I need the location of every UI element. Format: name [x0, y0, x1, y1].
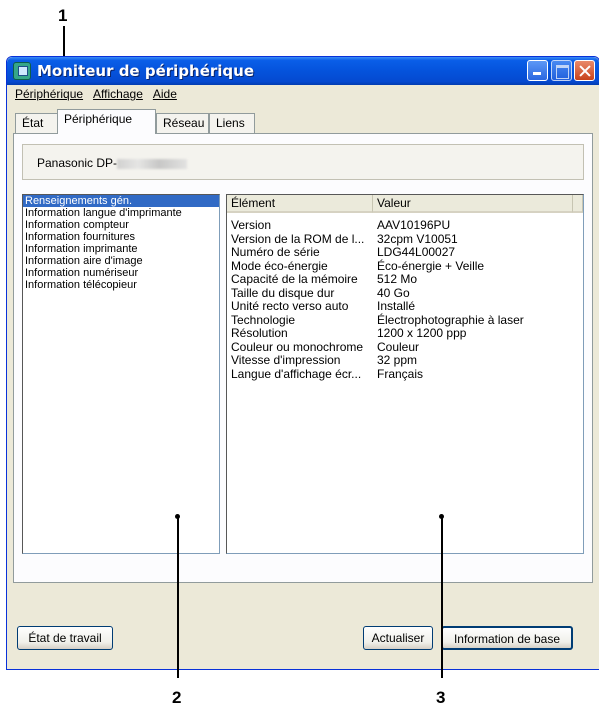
menu-affichage[interactable]: Affichage: [93, 87, 143, 105]
minimize-button[interactable]: [527, 60, 548, 81]
category-item-langue[interactable]: Information langue d'imprimante: [23, 207, 219, 219]
column-header-element[interactable]: Élément: [227, 195, 373, 213]
row-value: 40 Go: [377, 285, 410, 300]
row-value: Français: [377, 366, 424, 381]
title-bar[interactable]: Moniteur de périphérique: [7, 57, 599, 85]
blurred-model-number: [117, 158, 188, 169]
close-button[interactable]: [574, 60, 595, 81]
details-rows: Version AAV10196PU Version de la ROM de l…: [227, 218, 583, 382]
callout-3-line: [441, 518, 443, 678]
callout-1-label: 1: [58, 6, 68, 25]
row-value: 512 Mo: [377, 272, 418, 286]
category-item-compteur[interactable]: Information compteur: [23, 219, 219, 231]
tab-reseau[interactable]: Réseau: [156, 113, 209, 133]
callout-2-line: [177, 518, 179, 678]
row-element: Couleur ou monochrome: [231, 340, 364, 354]
table-row: Unité recto verso auto Installé: [227, 299, 583, 314]
table-row: Résolution 1200 x 1200 ppp: [227, 326, 583, 341]
row-value: 1200 x 1200 ppp: [377, 326, 467, 340]
row-element: Numéro de série: [231, 246, 320, 259]
etat-de-travail-button[interactable]: État de travail: [17, 626, 113, 650]
category-item-numeriseur[interactable]: Information numériseur: [23, 267, 219, 279]
row-element: Version: [231, 219, 272, 232]
row-value: LDG44L00027: [377, 245, 456, 259]
category-item-fournitures[interactable]: Information fournitures: [23, 231, 219, 243]
info-details-table: Élément Valeur Version AAV10196PU Version…: [226, 194, 584, 554]
row-value: AAV10196PU: [377, 218, 451, 232]
row-element: Mode éco-énergie: [231, 259, 328, 273]
row-element: Vitesse d'impression: [231, 354, 341, 367]
device-monitor-app-icon: [13, 62, 31, 80]
menu-peripherique[interactable]: Périphérique: [15, 87, 83, 105]
row-element: Langue d'affichage écr...: [231, 367, 362, 381]
column-header-valeur[interactable]: Valeur: [373, 195, 573, 213]
menu-bar: Périphérique Affichage Aide: [15, 87, 177, 105]
row-element: Technologie: [231, 313, 296, 327]
row-element: Capacité de la mémoire: [231, 273, 358, 286]
table-row: Langue d'affichage écr... Français: [227, 366, 583, 382]
table-row: Version de la ROM de l... 32cpm V10051: [227, 231, 583, 247]
actualiser-button[interactable]: Actualiser: [363, 626, 433, 650]
table-row: Numéro de série LDG44L00027: [227, 245, 583, 260]
table-row: Taille du disque dur 40 Go: [227, 285, 583, 301]
row-value: 32 ppm: [377, 353, 418, 367]
row-value: Électrophotographie à laser: [377, 312, 524, 327]
peripherique-tab-panel: Panasonic DP- Renseignements gén. Inform…: [13, 133, 593, 583]
callout-2-label: 2: [172, 688, 182, 707]
window-title: Moniteur de périphérique: [37, 62, 254, 80]
row-element: Unité recto verso auto: [231, 300, 349, 313]
row-element: Version de la ROM de l...: [231, 232, 365, 246]
device-name: Panasonic DP-: [37, 156, 188, 170]
callout-3-label: 3: [436, 688, 446, 707]
device-monitor-window: Moniteur de périphérique Périphérique Af…: [6, 56, 599, 670]
maximize-button[interactable]: [551, 60, 572, 81]
category-item-telecopieur[interactable]: Information télécopieur: [23, 279, 219, 291]
table-row: Technologie Électrophotographie à laser: [227, 312, 583, 328]
menu-aide[interactable]: Aide: [153, 87, 177, 105]
row-value: Installé: [377, 299, 416, 313]
device-name-prefix: Panasonic DP-: [37, 156, 118, 170]
column-header-filler: [573, 195, 583, 213]
row-value: 32cpm V10051: [377, 231, 458, 246]
tab-liens[interactable]: Liens: [209, 113, 255, 133]
row-element: Taille du disque dur: [231, 286, 335, 300]
information-de-base-button[interactable]: Information de base: [441, 626, 573, 650]
device-name-box: Panasonic DP-: [22, 144, 584, 180]
row-element: Résolution: [231, 327, 288, 340]
tab-etat[interactable]: État: [15, 113, 59, 133]
row-value: Éco-énergie + Veille: [377, 258, 485, 273]
tab-peripherique[interactable]: Périphérique: [57, 109, 156, 134]
table-row: Version AAV10196PU: [227, 218, 583, 233]
table-row: Capacité de la mémoire 512 Mo: [227, 272, 583, 287]
category-item-aire-image[interactable]: Information aire d'image: [23, 255, 219, 267]
category-item-imprimante[interactable]: Information imprimante: [23, 243, 219, 255]
table-row: Mode éco-énergie Éco-énergie + Veille: [227, 258, 583, 274]
table-row: Vitesse d'impression 32 ppm: [227, 353, 583, 368]
category-item-renseignements[interactable]: Renseignements gén.: [23, 195, 219, 207]
row-value: Couleur: [377, 339, 420, 354]
info-category-list[interactable]: Renseignements gén. Information langue d…: [22, 194, 220, 554]
table-row: Couleur ou monochrome Couleur: [227, 339, 583, 355]
